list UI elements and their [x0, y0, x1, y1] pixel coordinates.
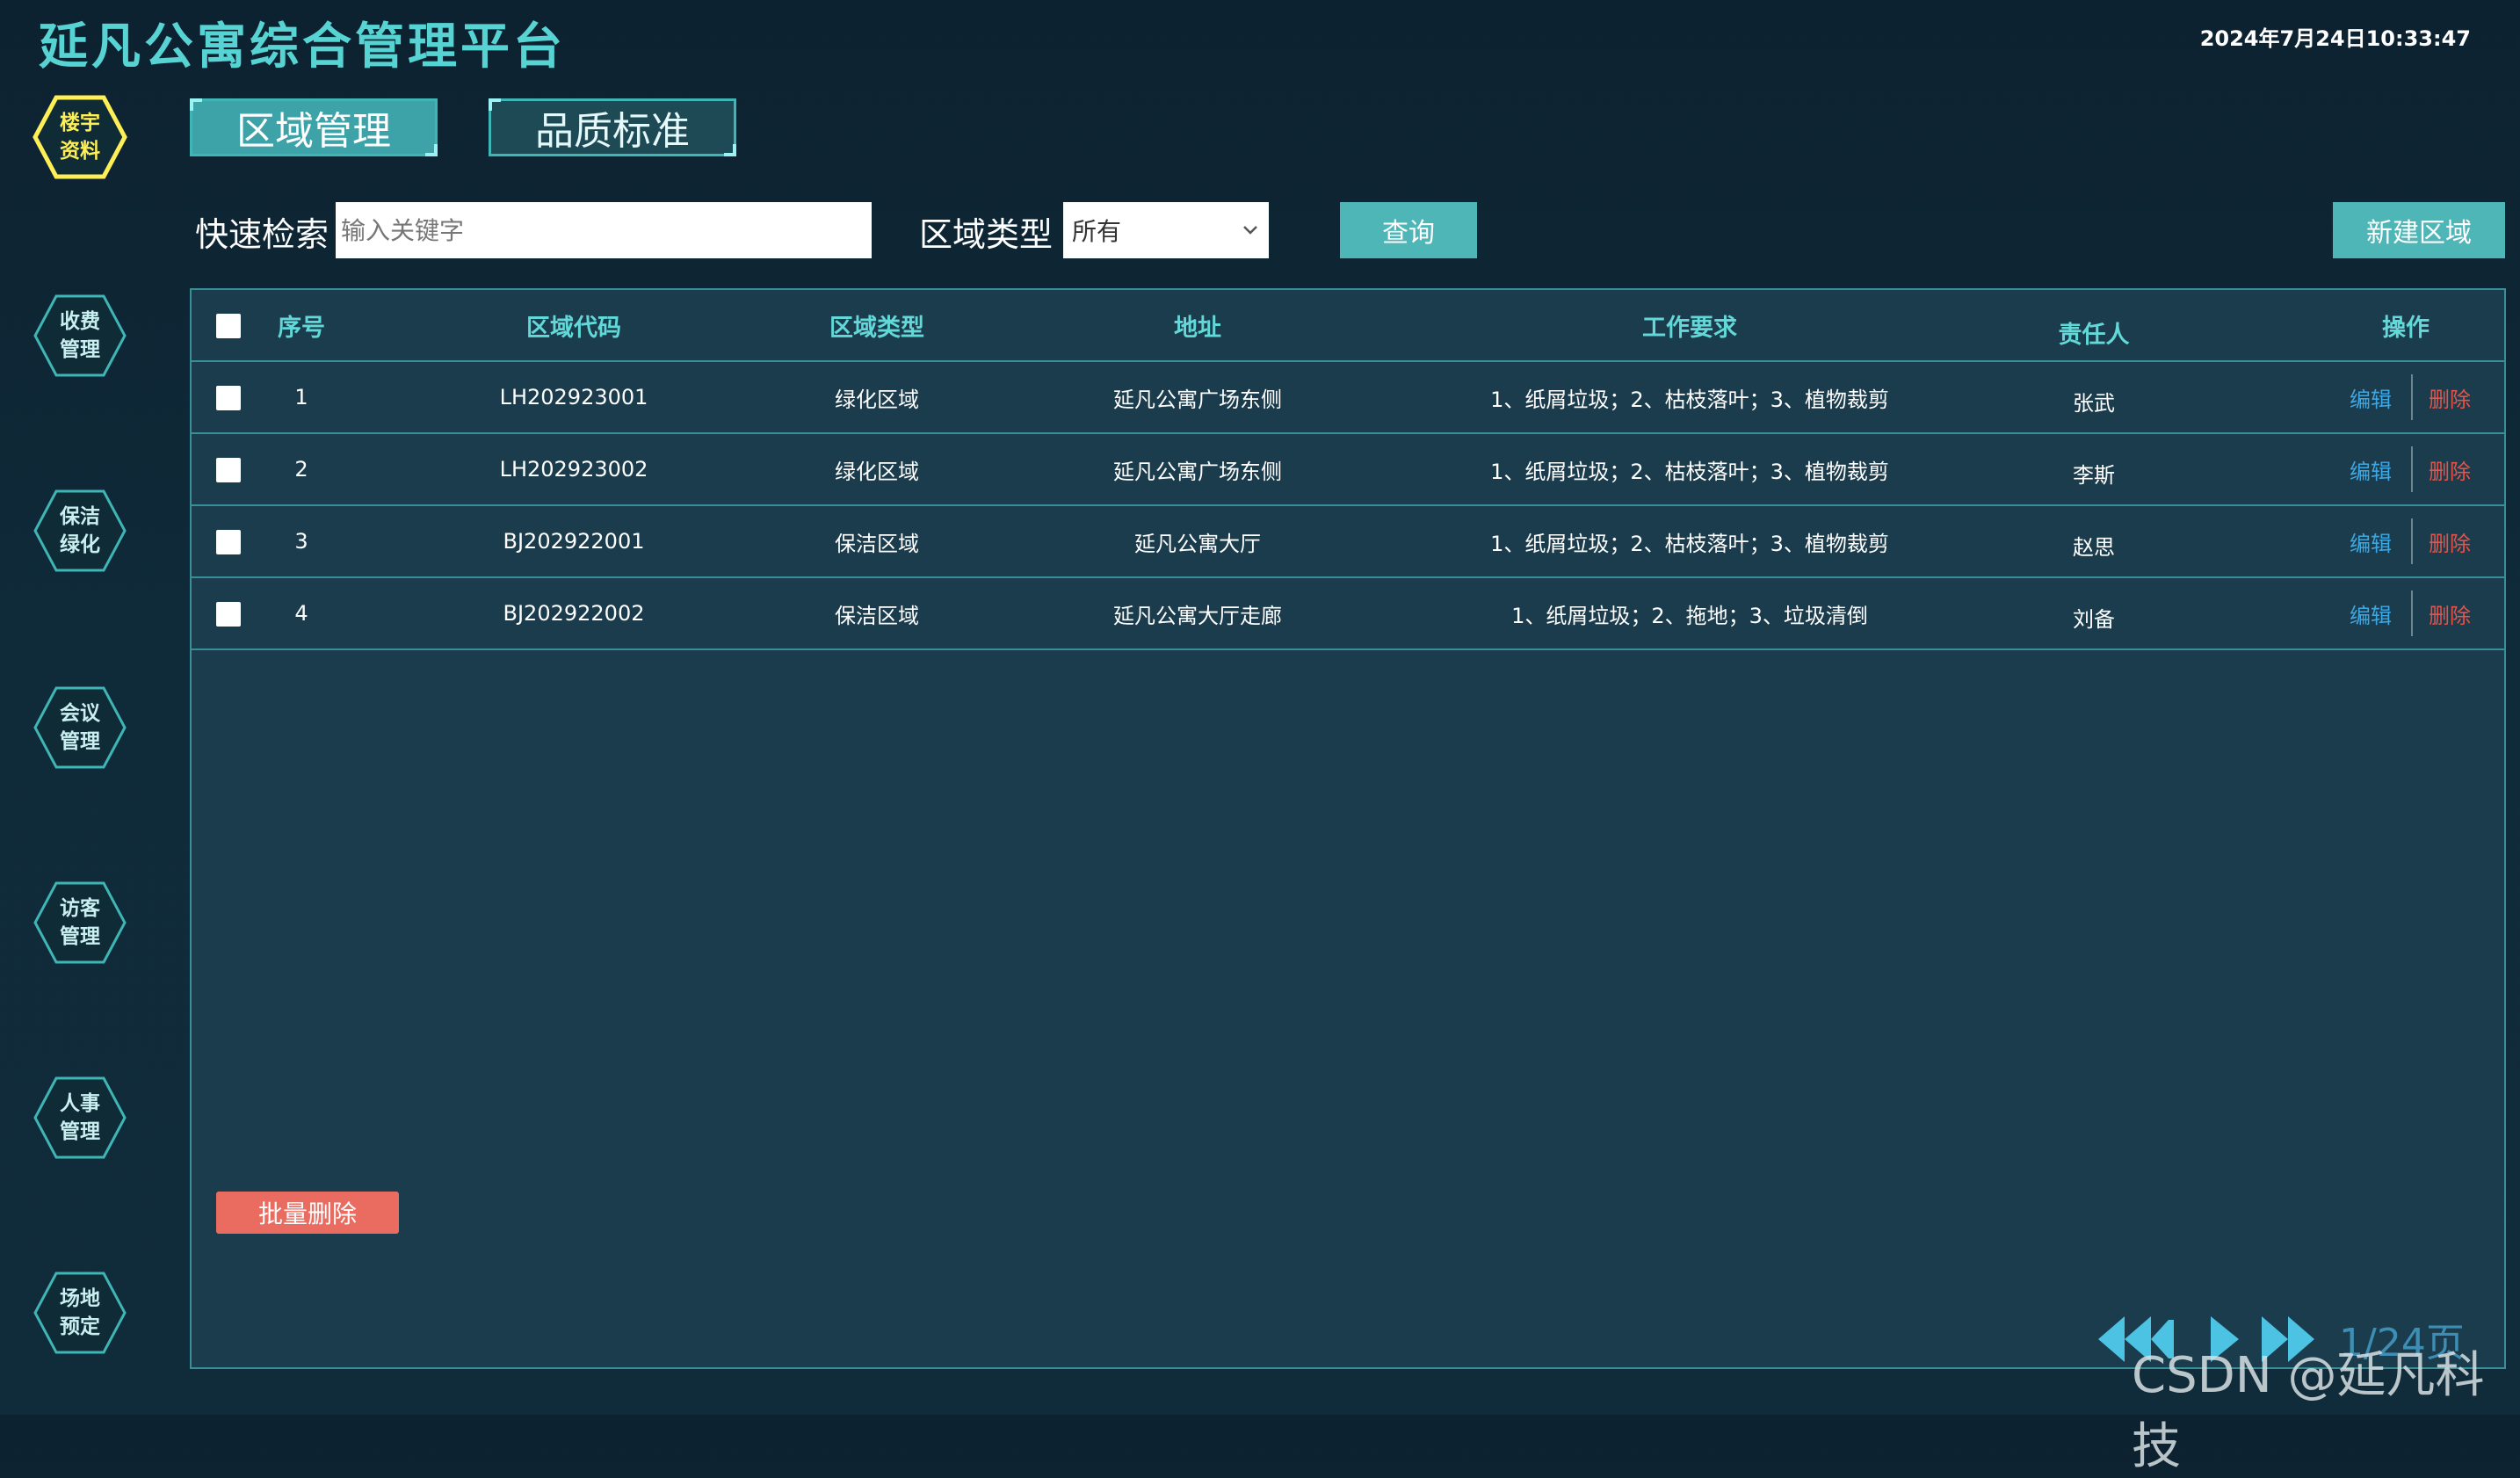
- tab-area-management[interactable]: 区域管理: [190, 98, 438, 156]
- sidebar-item-label: 管理: [60, 1120, 100, 1143]
- cell-code: BJ202922001: [503, 529, 645, 554]
- edit-link[interactable]: 编辑: [2335, 362, 2406, 432]
- cell-address: 延凡公寓广场东侧: [1113, 387, 1282, 412]
- chevron-down-icon: [1243, 226, 1257, 235]
- edit-link[interactable]: 编辑: [2335, 578, 2406, 648]
- delete-link[interactable]: 删除: [2415, 434, 2485, 504]
- sidebar-item-label: 管理: [60, 338, 100, 361]
- header-index: 序号: [278, 314, 325, 342]
- sidebar-item-label: 场地: [60, 1287, 100, 1310]
- cell-address: 延凡公寓大厅走廊: [1113, 603, 1282, 628]
- watermark: CSDN @延凡科技: [2132, 1347, 2485, 1475]
- edit-link[interactable]: 编辑: [2335, 434, 2406, 504]
- sidebar-item-personnel[interactable]: 人事 管理: [32, 1074, 128, 1162]
- select-all-checkbox[interactable]: [216, 314, 241, 338]
- area-type-label: 区域类型: [919, 215, 1054, 254]
- header-owner: 责任人: [2058, 321, 2130, 349]
- search-input[interactable]: [336, 202, 872, 258]
- table-header-row: 序号 区域代码 区域类型 地址 工作要求 责任人 操作: [192, 290, 2504, 362]
- table-row: 1 LH202923001 绿化区域 延凡公寓广场东侧 1、纸屑垃圾；2、枯枝落…: [192, 362, 2504, 434]
- cell-owner: 赵思: [2073, 534, 2115, 560]
- tab-label: 品质标准: [535, 109, 690, 154]
- delete-link[interactable]: 删除: [2415, 506, 2485, 576]
- row-checkbox[interactable]: [216, 530, 241, 554]
- sidebar-item-billing[interactable]: 收费 管理: [32, 292, 128, 380]
- cell-type: 保洁区域: [835, 603, 919, 628]
- sidebar-item-label: 管理: [60, 925, 100, 948]
- table-row: 3 BJ202922001 保洁区域 延凡公寓大厅 1、纸屑垃圾；2、枯枝落叶；…: [192, 506, 2504, 578]
- sidebar-item-label: 会议: [60, 702, 100, 725]
- sidebar-item-label: 楼宇: [60, 112, 100, 134]
- sidebar-item-label: 资料: [60, 140, 100, 163]
- edit-link[interactable]: 编辑: [2335, 506, 2406, 576]
- current-datetime: 2024年7月24日10:33:47: [2199, 26, 2471, 51]
- cell-owner: 刘备: [2073, 606, 2115, 632]
- cell-requirement: 1、纸屑垃圾；2、枯枝落叶；3、植物裁剪: [1490, 531, 1889, 556]
- area-table: 序号 区域代码 区域类型 地址 工作要求 责任人 操作 1 LH20292300…: [190, 288, 2506, 1369]
- sidebar-item-label: 管理: [60, 730, 100, 753]
- tab-label: 区域管理: [236, 109, 391, 154]
- sidebar-item-label: 保洁: [60, 505, 100, 528]
- sidebar-item-venue[interactable]: 场地 预定: [32, 1269, 128, 1357]
- cell-requirement: 1、纸屑垃圾；2、拖地；3、垃圾清倒: [1511, 603, 1868, 628]
- cell-owner: 张武: [2073, 390, 2115, 416]
- sidebar-item-meeting[interactable]: 会议 管理: [32, 684, 128, 772]
- area-type-select[interactable]: 所有: [1063, 202, 1269, 258]
- sidebar-item-building-info[interactable]: 楼宇 资料: [32, 93, 128, 181]
- cell-code: LH202923002: [499, 457, 648, 482]
- sidebar-item-label: 绿化: [60, 533, 100, 556]
- cell-index: 2: [294, 457, 308, 482]
- sidebar-item-label: 预定: [60, 1315, 100, 1338]
- cell-address: 延凡公寓广场东侧: [1113, 459, 1282, 484]
- cell-index: 1: [294, 385, 308, 409]
- search-label: 快速检索: [195, 215, 329, 254]
- cell-type: 绿化区域: [835, 387, 919, 412]
- delete-link[interactable]: 删除: [2415, 362, 2485, 432]
- cell-address: 延凡公寓大厅: [1134, 531, 1261, 556]
- header-actions: 操作: [2382, 314, 2429, 342]
- new-area-button[interactable]: 新建区域: [2333, 202, 2505, 258]
- row-checkbox[interactable]: [216, 458, 241, 482]
- cell-requirement: 1、纸屑垃圾；2、枯枝落叶；3、植物裁剪: [1490, 459, 1889, 484]
- cell-index: 4: [294, 601, 308, 626]
- table-row: 4 BJ202922002 保洁区域 延凡公寓大厅走廊 1、纸屑垃圾；2、拖地；…: [192, 578, 2504, 650]
- sidebar-item-label: 人事: [60, 1092, 100, 1115]
- area-type-selected: 所有: [1072, 217, 1122, 246]
- header-requirement: 工作要求: [1642, 314, 1737, 342]
- cell-requirement: 1、纸屑垃圾；2、枯枝落叶；3、植物裁剪: [1490, 387, 1889, 412]
- row-checkbox[interactable]: [216, 602, 241, 627]
- header-code: 区域代码: [526, 314, 621, 342]
- row-checkbox[interactable]: [216, 386, 241, 410]
- cell-type: 保洁区域: [835, 531, 919, 556]
- table-row: 2 LH202923002 绿化区域 延凡公寓广场东侧 1、纸屑垃圾；2、枯枝落…: [192, 434, 2504, 506]
- cell-code: LH202923001: [499, 385, 648, 409]
- sidebar-item-label: 收费: [60, 310, 100, 333]
- cell-code: BJ202922002: [503, 601, 645, 626]
- delete-link[interactable]: 删除: [2415, 578, 2485, 648]
- sidebar-item-visitor[interactable]: 访客 管理: [32, 879, 128, 967]
- app-title: 延凡公寓综合管理平台: [39, 18, 566, 76]
- header-address: 地址: [1174, 314, 1221, 342]
- batch-delete-button[interactable]: 批量删除: [216, 1192, 399, 1234]
- cell-index: 3: [294, 529, 308, 554]
- sidebar-item-label: 访客: [60, 897, 100, 920]
- header-type: 区域类型: [829, 314, 924, 342]
- cell-owner: 李斯: [2073, 462, 2115, 488]
- sidebar-item-cleaning[interactable]: 保洁 绿化: [32, 487, 128, 575]
- tab-quality-standard[interactable]: 品质标准: [489, 98, 736, 156]
- query-button[interactable]: 查询: [1340, 202, 1477, 258]
- cell-type: 绿化区域: [835, 459, 919, 484]
